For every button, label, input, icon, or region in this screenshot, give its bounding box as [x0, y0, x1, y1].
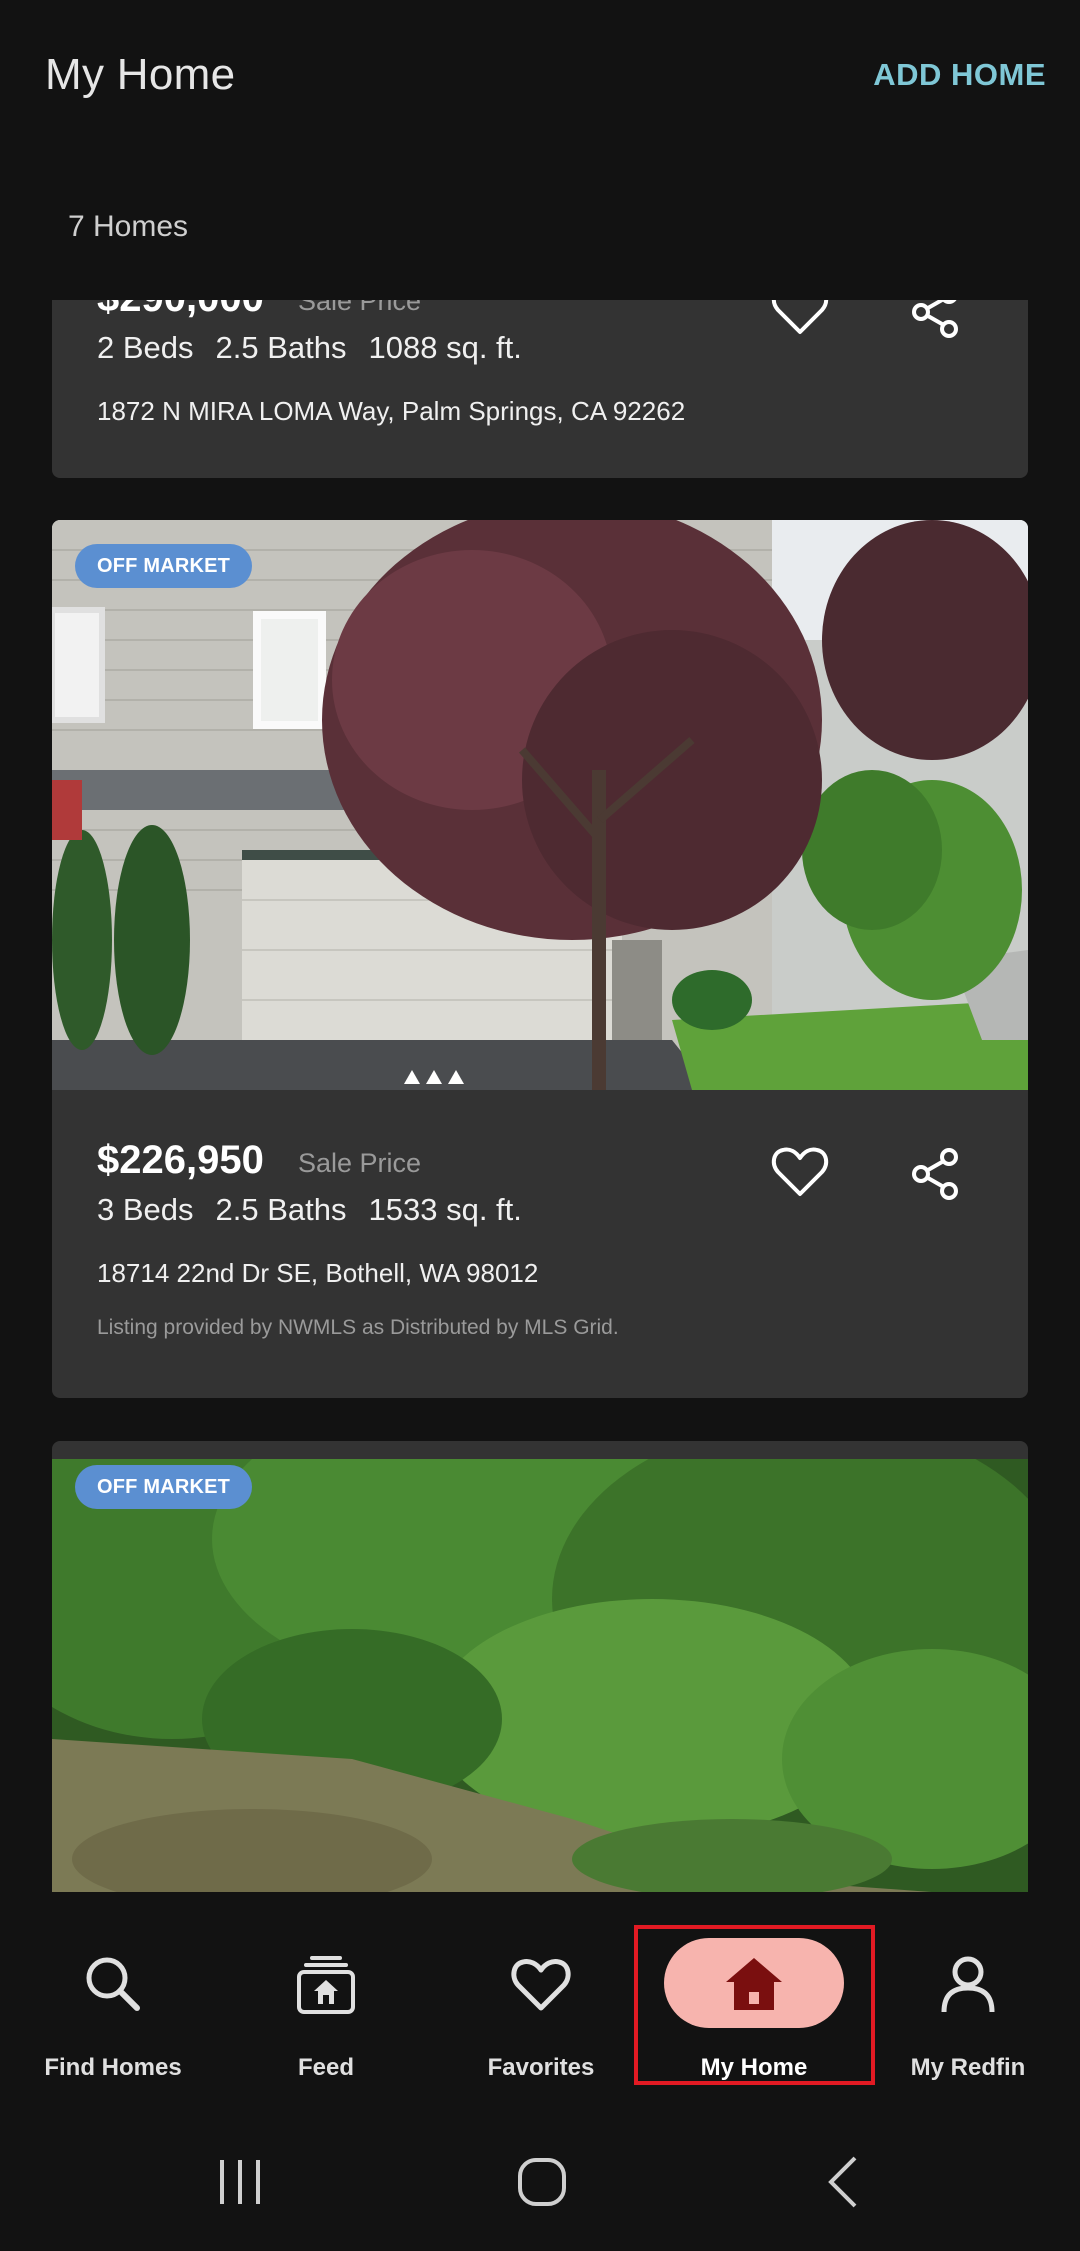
- home-price: $226,950: [97, 1138, 264, 1182]
- off-market-badge: OFF MARKET: [75, 1465, 253, 1509]
- nav-favorites[interactable]: Favorites: [433, 1892, 649, 2092]
- system-navigation-bar: [0, 2092, 1080, 2251]
- add-home-button[interactable]: ADD HOME: [873, 57, 1046, 93]
- home-card[interactable]: $290,000 Sale Price 2 Beds 2.5 Baths 1088 …: [52, 300, 1028, 478]
- nav-label: Feed: [297, 2054, 354, 2081]
- home-price: $290,000: [97, 300, 264, 321]
- price-label: Sale Price: [298, 300, 422, 316]
- homes-list[interactable]: $290,000 Sale Price 2 Beds 2.5 Baths 1088 …: [0, 300, 1080, 1892]
- beds: 3 Beds: [97, 1192, 194, 1227]
- bottom-navigation: Find Homes Feed Favorites My Home My Red…: [0, 1892, 1080, 2092]
- person-icon: [941, 1956, 995, 2013]
- back-icon[interactable]: [815, 2152, 875, 2212]
- app-header: My Home ADD HOME: [0, 0, 1080, 150]
- home-card[interactable]: OFF MARKET: [52, 1441, 1028, 1892]
- search-icon: [86, 1957, 140, 2011]
- home-specs: 3 Beds 2.5 Baths 1533 sq. ft.: [97, 1192, 544, 1228]
- nav-label: Find Homes: [44, 2054, 182, 2081]
- home-photo[interactable]: [52, 520, 1028, 1090]
- recent-apps-icon[interactable]: [210, 2152, 270, 2212]
- price-label: Sale Price: [298, 1148, 422, 1178]
- page-title: My Home: [45, 50, 236, 99]
- heart-icon[interactable]: [770, 1142, 830, 1202]
- home-button-icon[interactable]: [512, 2152, 572, 2212]
- share-icon[interactable]: [907, 300, 963, 342]
- selection-highlight: [634, 1925, 875, 2085]
- share-icon[interactable]: [907, 1144, 963, 1204]
- heart-icon: [511, 1959, 571, 2011]
- nav-find-homes[interactable]: Find Homes: [5, 1892, 221, 2092]
- baths: 2.5 Baths: [215, 1192, 347, 1227]
- nav-label: Favorites: [487, 2054, 595, 2081]
- photo-pager-indicator: [404, 1070, 464, 1084]
- nav-label: My Redfin: [910, 2054, 1026, 2081]
- home-address: 18714 22nd Dr SE, Bothell, WA 98012: [97, 1258, 539, 1288]
- heart-icon[interactable]: [770, 300, 830, 340]
- home-address: 1872 N MIRA LOMA Way, Palm Springs, CA 9…: [97, 396, 686, 426]
- home-photo[interactable]: [52, 1459, 1028, 1892]
- baths: 2.5 Baths: [215, 330, 347, 365]
- nav-feed[interactable]: Feed: [218, 1892, 434, 2092]
- sqft: 1088 sq. ft.: [368, 330, 522, 365]
- sqft: 1533 sq. ft.: [368, 1192, 522, 1227]
- beds: 2 Beds: [97, 330, 194, 365]
- home-specs: 2 Beds 2.5 Baths 1088 sq. ft.: [97, 330, 544, 366]
- listing-disclaimer: Listing provided by NWMLS as Distributed…: [97, 1316, 619, 1339]
- feed-icon: [297, 1956, 355, 2014]
- home-card[interactable]: OFF MARKET $226,950 Sale Price 3 Beds 2.5…: [52, 520, 1028, 1398]
- nav-my-redfin[interactable]: My Redfin: [860, 1892, 1076, 2092]
- homes-count: 7 Homes: [68, 210, 189, 243]
- off-market-badge: OFF MARKET: [75, 544, 253, 588]
